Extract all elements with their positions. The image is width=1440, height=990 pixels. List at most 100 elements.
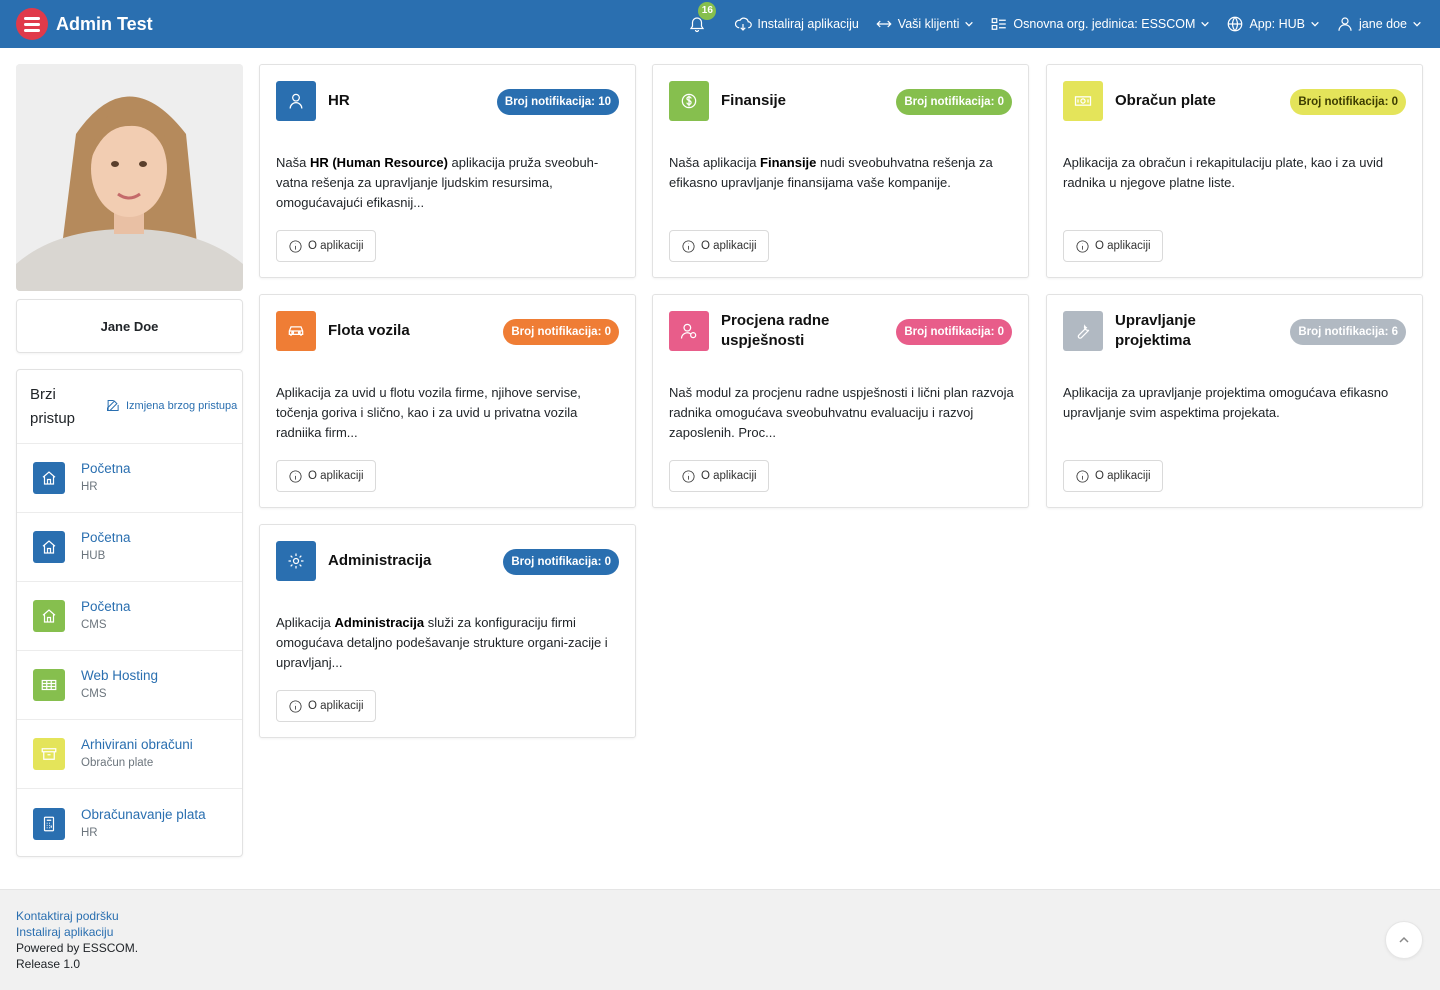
notification-badge: Broj notifikacija: 10 [496, 89, 619, 115]
quick-item-icon-box [33, 531, 65, 563]
app-icon-box [669, 311, 709, 351]
app-description-text: Naš modul za procjenu radne uspješnosti … [669, 385, 1014, 440]
quick-item-app: HR [81, 826, 98, 839]
app-card: Flota vozila Broj notifikacija: 0 Aplikaci… [259, 294, 636, 508]
quick-item-icon-box [33, 807, 65, 840]
info-icon [289, 699, 302, 713]
app-title: HR [328, 92, 350, 109]
about-app-label: O aplikaciji [308, 240, 364, 252]
about-app-button[interactable]: O aplikaciji [669, 230, 769, 262]
profile-name: Jane Doe [100, 318, 159, 334]
notification-badge: Broj notifikacija: 0 [503, 549, 619, 575]
quick-item-label: Arhivirani obračuni [81, 737, 193, 752]
quick-item-text: Početna HUB [81, 529, 131, 565]
app-description: Aplikacija za obračun i rekapitulaciju p… [1063, 153, 1408, 193]
app-title: Upravljanje projektima [1115, 312, 1196, 349]
quick-item-icon-box [33, 462, 65, 494]
home-icon [42, 471, 56, 485]
quick-item-text: Web Hosting CMS [81, 667, 158, 703]
app-description: Naša aplikacija Finansije nudi sveobuhva… [669, 153, 1014, 193]
info-icon [1076, 239, 1089, 253]
about-app-label: O aplikaciji [701, 470, 757, 482]
quick-access-item[interactable]: Početna CMS [17, 582, 242, 651]
notification-badge: Broj notifikacija: 0 [896, 89, 1012, 115]
app-card: HR Broj notifikacija: 10 Naša HR (Human Re… [259, 64, 636, 278]
about-app-label: O aplikaciji [1095, 240, 1151, 252]
home-icon [42, 540, 56, 554]
footer: Kontaktiraj podršku Instaliraj aplikacij… [0, 889, 1440, 990]
notification-badge: Broj notifikacija: 0 [503, 319, 619, 345]
about-app-button[interactable]: O aplikaciji [276, 230, 376, 262]
profile-photo [16, 64, 243, 291]
clients-label: Vaši klijenti [897, 17, 960, 31]
app-description: Aplikacija za upravljanje projektima omo… [1063, 383, 1408, 423]
quick-item-icon-box [33, 738, 65, 770]
install-app-button[interactable]: Instaliraj aplikaciju [734, 15, 859, 33]
top-navbar: Admin Test 16 Instaliraj aplikaciju Vaši… [0, 0, 1440, 48]
app-card: Obračun plate Broj notifikacija: 0 Aplikac… [1046, 64, 1423, 278]
quick-item-text: Obračunavanje plata HR [81, 806, 206, 842]
quick-access-item[interactable]: Obračunavanje plata HR [17, 789, 242, 858]
quick-item-app: Obračun plate [81, 757, 154, 769]
app-icon-box [1063, 81, 1103, 121]
app-description: Aplikacija za uvid u flotu vozila firme,… [276, 383, 621, 443]
org-unit-label: Osnovna org. jedinica: ESSCOM [1013, 17, 1196, 31]
edit-icon [107, 400, 119, 411]
calculator-icon [43, 816, 55, 831]
notification-badge: Broj notifikacija: 0 [896, 319, 1012, 345]
app-description: Naša HR (Human Resource) aplikacija pruž… [276, 153, 621, 213]
cloud-download-icon [735, 17, 753, 31]
user-icon [289, 93, 303, 109]
money-icon [1074, 96, 1092, 106]
app-description-text: Aplikacija za obračun i rekapitulaciju p… [1063, 155, 1384, 190]
quick-item-app: CMS [81, 688, 107, 700]
quick-item-label: Obračunavanje plata [81, 806, 206, 822]
app-label: App: HUB [1249, 17, 1306, 31]
brand[interactable]: Admin Test [16, 8, 153, 40]
quick-access-item[interactable]: Početna HR [17, 444, 242, 513]
user-dropdown[interactable]: jane doe [1336, 15, 1422, 33]
app-card: Upravljanje projektima Broj notifikacija:… [1046, 294, 1423, 508]
contact-support-link[interactable]: Kontaktiraj podršku [16, 908, 138, 924]
about-app-button[interactable]: O aplikaciji [1063, 230, 1163, 262]
app-icon-box [1063, 311, 1103, 351]
notifications-button[interactable]: 16 [688, 2, 717, 34]
info-icon [682, 239, 695, 253]
quick-access-item[interactable]: Arhivirani obračuni Obračun plate [17, 720, 242, 789]
quick-item-icon-box [33, 669, 65, 701]
about-app-label: O aplikaciji [1095, 470, 1151, 482]
app-description: Aplikacija Administracija služi za konfi… [276, 613, 621, 673]
about-app-button[interactable]: O aplikaciji [669, 460, 769, 492]
profile-name-card: Jane Doe [16, 299, 243, 353]
chevron-up-icon [1399, 936, 1409, 943]
about-app-label: O aplikaciji [701, 240, 757, 252]
quick-access-item[interactable]: Početna HUB [17, 513, 242, 582]
powered-by-text: Powered by ESSCOM. [16, 941, 139, 955]
app-description-text: Naša aplikacija [669, 155, 761, 170]
install-app-label: Instaliraj aplikaciju [757, 17, 859, 31]
release-text: Release 1.0 [16, 957, 81, 971]
quick-access-panel: Brzi pristup Izmjena brzog pristupa Poče… [16, 369, 243, 857]
app-title: Finansije [721, 92, 787, 109]
org-unit-dropdown[interactable]: Osnovna org. jedinica: ESSCOM [990, 15, 1210, 33]
scroll-to-top-button[interactable] [1385, 921, 1423, 959]
about-app-button[interactable]: O aplikaciji [276, 690, 376, 722]
footer-install-link[interactable]: Instaliraj aplikaciju [16, 924, 138, 940]
app-description-bold: Administracija [334, 615, 425, 630]
about-app-button[interactable]: O aplikaciji [276, 460, 376, 492]
quick-access-list: Početna HR Početna HUB Početna CMS Web Hosting… [17, 444, 242, 858]
clients-dropdown[interactable]: Vaši klijenti [875, 15, 975, 33]
edit-quick-access-link[interactable]: Izmjena brzog pristupa [105, 398, 237, 413]
dollar-icon [681, 93, 697, 109]
about-app-button[interactable]: O aplikaciji [1063, 460, 1163, 492]
app-dropdown[interactable]: App: HUB [1226, 15, 1320, 33]
about-app-label: O aplikaciji [308, 700, 364, 712]
quick-item-label: Web Hosting [81, 668, 159, 683]
quick-access-item[interactable]: Web Hosting CMS [17, 651, 242, 720]
org-structure-icon [992, 18, 1007, 30]
quick-item-label: Početna [81, 530, 131, 545]
globe-icon [1228, 16, 1243, 32]
app-description: Naš modul za procjenu radne uspješnosti … [669, 383, 1014, 443]
arrows-horizontal-icon [876, 20, 892, 28]
app-icon-box [276, 311, 316, 351]
